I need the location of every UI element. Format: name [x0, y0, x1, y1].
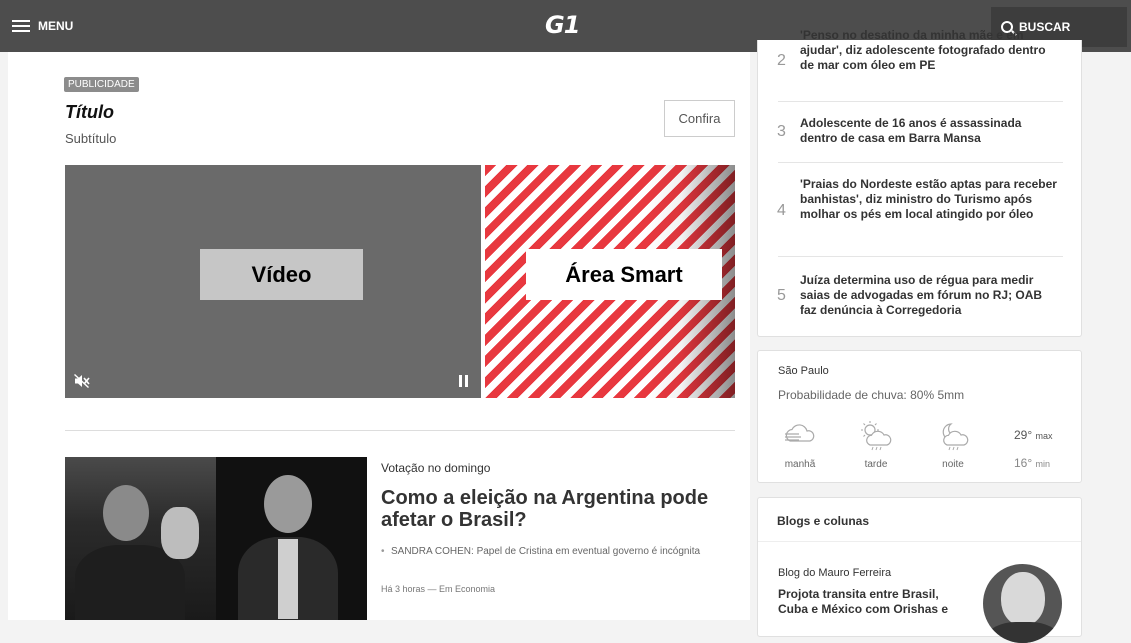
blogs-heading[interactable]: Blogs e colunas — [758, 498, 1081, 542]
rank-headline: 'Penso no desatino da minha mãe e em aju… — [800, 28, 1046, 72]
blog-post-title[interactable]: Projota transita entre Brasil, Cuba e Mé… — [778, 587, 968, 617]
menu-button[interactable]: MENU — [12, 0, 73, 52]
weather-widget[interactable]: São Paulo Probabilidade de chuva: 80% 5m… — [757, 350, 1082, 483]
smart-area-label: Área Smart — [526, 249, 722, 300]
list-item[interactable]: 2 'Penso no desatino da minha mãe e em a… — [758, 28, 1083, 100]
rank-headline: 'Praias do Nordeste estão aptas para rec… — [800, 177, 1057, 221]
max-temp-label: max — [1035, 431, 1053, 441]
g1-logo[interactable]: G1 — [545, 11, 580, 39]
moon-cloud-rain-icon — [942, 423, 969, 451]
mute-icon[interactable] — [74, 374, 90, 388]
ad-subtitle: Subtítulo — [65, 131, 117, 146]
rank-number: 2 — [777, 52, 786, 69]
rank-number: 5 — [777, 287, 786, 304]
list-item[interactable]: 4 'Praias do Nordeste estão aptas para r… — [758, 163, 1083, 255]
rain-probability: Probabilidade de chuva: 80% 5mm — [778, 388, 965, 402]
menu-label: MENU — [38, 19, 74, 33]
news-image[interactable] — [65, 457, 367, 620]
news-related-link[interactable]: SANDRA COHEN: Papel de Cristina em event… — [381, 545, 711, 559]
video-label: Vídeo — [200, 249, 363, 300]
blog-author[interactable]: Blog do Mauro Ferreira — [778, 567, 891, 579]
blogs-card: Blogs e colunas Blog do Mauro Ferreira P… — [757, 497, 1082, 643]
weather-city: São Paulo — [778, 365, 829, 377]
pause-icon[interactable] — [459, 375, 469, 387]
sun-cloud-rain-icon — [861, 421, 892, 451]
ad-title: Título — [65, 102, 114, 122]
news-photo-right — [216, 457, 367, 620]
min-temperature: 16° min — [1014, 456, 1050, 470]
list-item[interactable]: 3 Adolescente de 16 anos é assassinada d… — [758, 102, 1083, 162]
ad-badge: PUBLICIDADE — [64, 77, 139, 92]
rank-headline: Adolescente de 16 anos é assassinada den… — [800, 116, 1022, 145]
min-temp-value: 16° — [1014, 456, 1033, 470]
divider — [65, 430, 735, 431]
period-label: manhã — [784, 459, 816, 470]
max-temperature: 29° max — [1014, 428, 1053, 442]
fog-icon — [785, 424, 815, 442]
most-read-list: 2 'Penso no desatino da minha mãe e em a… — [757, 28, 1083, 337]
min-temp-label: min — [1035, 459, 1051, 469]
news-meta: Há 3 horas — Em Economia — [381, 584, 496, 594]
confira-button[interactable]: Confira — [664, 100, 735, 137]
rank-number: 3 — [777, 123, 786, 140]
news-photo-left — [65, 457, 216, 620]
period-label: tarde — [864, 459, 888, 470]
ad-smart-area[interactable]: Área Smart — [485, 165, 735, 398]
news-kicker: Votação no domingo — [381, 461, 491, 475]
ad-video[interactable]: Vídeo — [65, 165, 481, 398]
rank-number: 4 — [777, 202, 786, 219]
list-item[interactable]: 5 Juíza determina uso de régua para medi… — [758, 257, 1083, 337]
news-headline[interactable]: Como a eleição na Argentina pode afetar … — [381, 487, 711, 531]
rank-headline: Juíza determina uso de régua para medir … — [800, 273, 1043, 317]
hamburger-icon — [12, 20, 30, 32]
main-column: PUBLICIDADE Título Subtítulo Confira Víd… — [8, 52, 750, 620]
max-temp-value: 29° — [1014, 428, 1033, 442]
avatar[interactable] — [983, 564, 1062, 643]
period-label: noite — [942, 459, 964, 470]
